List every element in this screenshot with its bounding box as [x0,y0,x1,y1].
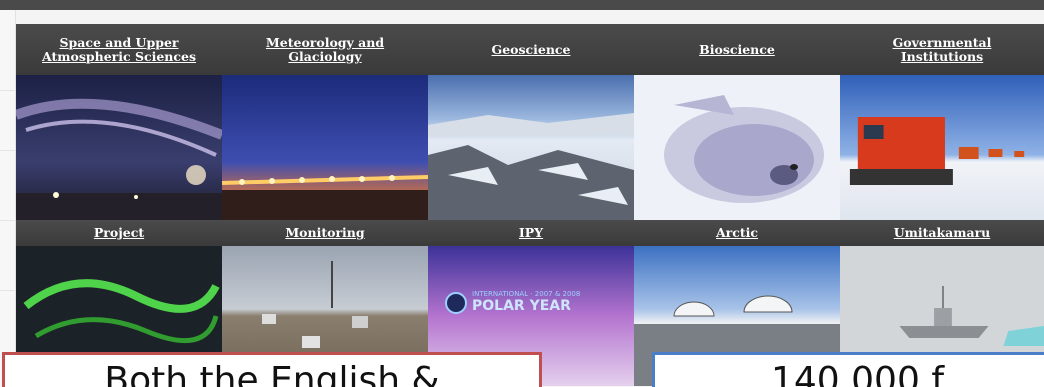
svg-text:POLAR YEAR: POLAR YEAR [472,298,571,314]
category-link-umitakamaru[interactable]: Umitakamaru [894,226,991,240]
category-link-project[interactable]: Project [94,226,144,240]
category-tile-governmental[interactable]: Governmental Institutions [840,24,1044,220]
seal-pup-on-ice-image[interactable] [634,75,840,220]
category-tile-bioscience[interactable]: Bioscience [634,24,840,220]
category-link-geoscience[interactable]: Geoscience [492,42,571,57]
category-link-space[interactable]: Space and Upper Atmospheric Sciences [42,35,196,64]
category-link-meteorology[interactable]: Meteorology and Glaciology [266,35,384,64]
category-tile-meteorology[interactable]: Meteorology and Glaciology [222,24,428,220]
category-grid: Space and Upper Atmospheric Sciences Met… [16,24,1044,386]
category-row-1: Space and Upper Atmospheric Sciences Met… [16,24,1044,220]
category-tile-geoscience[interactable]: Geoscience [428,24,634,220]
category-link-monitoring[interactable]: Monitoring [285,226,364,240]
strip-divider [0,90,16,91]
twilight-station-lights-image[interactable] [222,75,428,220]
category-header: Bioscience [634,24,840,75]
category-header: Project [16,220,222,246]
left-scroll-strip [0,10,16,387]
category-header: Governmental Institutions [840,24,1044,75]
red-snow-vehicle-image[interactable] [840,75,1044,220]
strip-divider [0,220,16,221]
red-annotation-text: Both the English & [104,360,440,387]
category-header: Space and Upper Atmospheric Sciences [16,24,222,75]
category-tile-space[interactable]: Space and Upper Atmospheric Sciences [16,24,222,220]
category-header: Umitakamaru [840,220,1044,246]
category-header: Meteorology and Glaciology [222,24,428,75]
category-link-governmental[interactable]: Governmental Institutions [893,35,992,64]
strip-divider [0,150,16,151]
strip-divider [0,290,16,291]
category-link-arctic[interactable]: Arctic [716,226,758,240]
category-header: IPY [428,220,634,246]
category-header: Geoscience [428,24,634,75]
red-annotation-box: Both the English & [2,352,542,387]
top-dark-bar [0,0,1044,10]
svg-text:INTERNATIONAL · 2007 & 2008: INTERNATIONAL · 2007 & 2008 [472,290,580,298]
blue-annotation-text: 140,000 f [771,360,944,387]
rocky-snow-landscape-image[interactable] [428,75,634,220]
blue-annotation-box: 140,000 f [652,352,1044,387]
aurora-night-sky-image[interactable] [16,75,222,220]
category-link-ipy[interactable]: IPY [519,226,543,240]
category-header: Monitoring [222,220,428,246]
category-link-bioscience[interactable]: Bioscience [699,42,775,57]
category-header: Arctic [634,220,840,246]
